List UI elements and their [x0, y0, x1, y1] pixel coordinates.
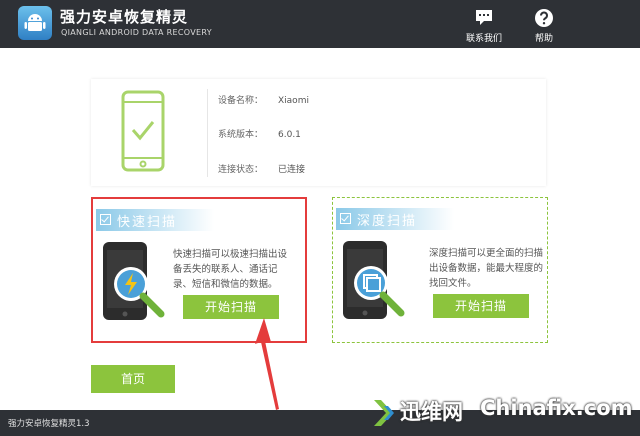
connection-status-value: 已连接 [278, 165, 306, 175]
device-name-key: 设备名称： [218, 96, 264, 106]
app-subtitle: QIANGLI ANDROID DATA RECOVERY [61, 28, 212, 37]
annotation-arrow-icon [255, 318, 279, 410]
quick-scan-description: 快速扫描可以极速扫描出设备丢失的联系人、通话记录、短信和微信的数据。 [173, 249, 288, 290]
title-bar: 强力安卓恢复精灵 QIANGLI ANDROID DATA RECOVERY 联… [0, 0, 640, 48]
watermark: 迅维网 Chinafix.com [370, 394, 640, 436]
checkbox-icon [340, 213, 351, 224]
phone-connected-icon [121, 90, 165, 172]
deep-scan-start-button[interactable]: 开始扫描 [433, 294, 529, 318]
phone-lightning-scan-icon [103, 242, 165, 320]
version-text: 强力安卓恢复精灵1.3 [8, 419, 90, 429]
app-title: 强力安卓恢复精灵 [60, 8, 189, 26]
deep-scan-header: 深度扫描 [336, 208, 454, 230]
device-info-panel: 设备名称： Xiaomi 系统版本： 6.0.1 连接状态： 已连接 [91, 79, 546, 186]
phone-files-scan-icon [343, 241, 405, 319]
help-label: 帮助 [534, 34, 553, 44]
home-button[interactable]: 首页 [91, 365, 175, 393]
deep-scan-card[interactable]: 深度扫描 深度扫描可以更全面的扫描出设备数据，能最大程度的找回文件。 开始扫描 [332, 197, 548, 343]
deep-scan-description: 深度扫描可以更全面的扫描出设备数据，能最大程度的找回文件。 [429, 248, 544, 289]
watermark-en-text: Chinafix.com [480, 396, 633, 420]
watermark-cn-text: 迅维网 [400, 400, 463, 424]
android-logo-icon [18, 6, 52, 40]
device-name-value: Xiaomi [278, 96, 309, 106]
contact-us-button[interactable]: 联系我们 [462, 6, 506, 44]
system-version-key: 系统版本： [218, 130, 264, 140]
quick-scan-header: 快速扫描 [96, 209, 214, 231]
help-button[interactable]: 帮助 [524, 6, 564, 44]
connection-status-key: 连接状态： [218, 165, 264, 175]
question-mark-icon [535, 9, 553, 27]
checkbox-icon [100, 214, 111, 225]
quick-scan-title: 快速扫描 [117, 215, 178, 230]
contact-us-label: 联系我们 [465, 34, 502, 44]
deep-scan-title: 深度扫描 [357, 214, 418, 229]
system-version-row: 系统版本： 6.0.1 [218, 127, 301, 140]
watermark-logo-icon [374, 400, 394, 426]
chat-icon [476, 10, 492, 25]
device-name-row: 设备名称： Xiaomi [218, 93, 309, 106]
connection-status-row: 连接状态： 已连接 [218, 162, 305, 175]
system-version-value: 6.0.1 [278, 130, 301, 140]
divider [207, 89, 208, 177]
